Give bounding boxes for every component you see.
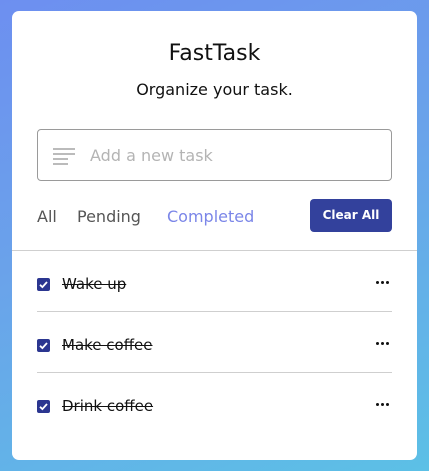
- list-item: Drink coffee: [37, 373, 392, 434]
- task-name: Wake up: [62, 275, 127, 293]
- filter-all[interactable]: All: [37, 207, 57, 226]
- app-title: FastTask: [168, 41, 261, 66]
- new-task-field[interactable]: [37, 129, 392, 181]
- more-options-icon[interactable]: [376, 342, 390, 346]
- filter-completed[interactable]: Completed: [167, 207, 254, 226]
- check-icon: [39, 403, 48, 411]
- app-subtitle: Organize your task.: [136, 80, 293, 99]
- task-checkbox[interactable]: [37, 339, 50, 352]
- notes-icon: [53, 148, 75, 165]
- new-task-input[interactable]: [90, 143, 380, 167]
- check-icon: [39, 281, 48, 289]
- more-options-icon[interactable]: [376, 281, 390, 285]
- more-options-icon[interactable]: [376, 403, 390, 407]
- filter-pending[interactable]: Pending: [77, 207, 141, 226]
- task-name: Make coffee: [62, 336, 153, 354]
- task-checkbox[interactable]: [37, 278, 50, 291]
- clear-all-button[interactable]: Clear All: [310, 199, 392, 232]
- check-icon: [39, 342, 48, 350]
- list-item: Wake up: [37, 251, 392, 312]
- list-item: Make coffee: [37, 312, 392, 373]
- task-checkbox[interactable]: [37, 400, 50, 413]
- task-name: Drink coffee: [62, 397, 154, 415]
- task-card: FastTask Organize your task. All Pending…: [12, 11, 417, 460]
